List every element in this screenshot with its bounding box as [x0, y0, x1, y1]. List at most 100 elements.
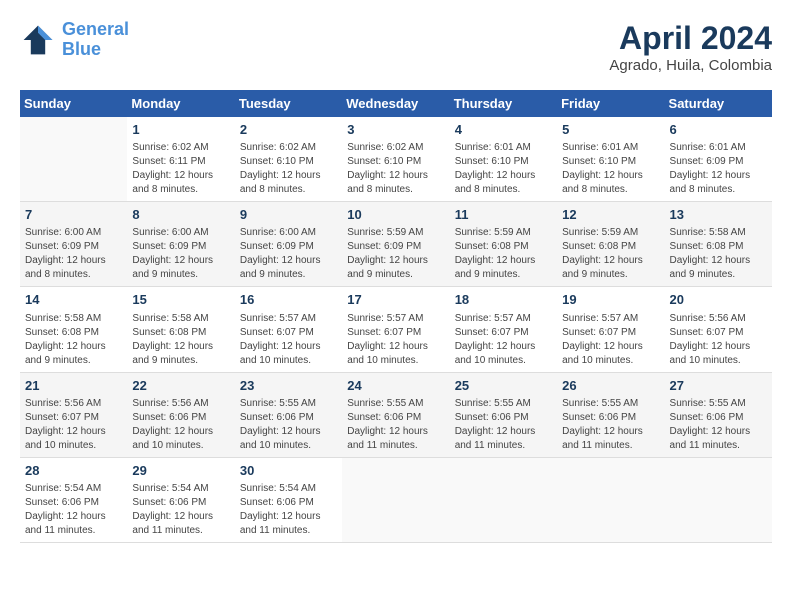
day-number: 24	[347, 377, 444, 395]
calendar-cell	[665, 457, 772, 542]
day-info: Sunrise: 5:58 AM Sunset: 6:08 PM Dayligh…	[670, 226, 767, 282]
calendar-header: SundayMondayTuesdayWednesdayThursdayFrid…	[20, 90, 772, 117]
day-info: Sunrise: 5:58 AM Sunset: 6:08 PM Dayligh…	[25, 312, 122, 368]
day-info: Sunrise: 5:54 AM Sunset: 6:06 PM Dayligh…	[25, 482, 122, 538]
calendar-cell: 4 Sunrise: 6:01 AM Sunset: 6:10 PM Daylig…	[450, 117, 557, 202]
day-info: Sunrise: 5:56 AM Sunset: 6:07 PM Dayligh…	[25, 397, 122, 453]
logo: General Blue	[20, 20, 129, 60]
calendar-cell: 29Sunrise: 5:54 AM Sunset: 6:06 PM Dayli…	[127, 457, 234, 542]
calendar-cell: 9 Sunrise: 6:00 AM Sunset: 6:09 PM Daylig…	[235, 202, 342, 287]
day-number: 17	[347, 291, 444, 309]
calendar-cell: 19 Sunrise: 5:57 AM Sunset: 6:07 PM Dayli…	[557, 287, 664, 372]
day-info: Sunrise: 5:55 AM Sunset: 6:06 PM Dayligh…	[240, 397, 337, 453]
calendar-cell: 27Sunrise: 5:55 AM Sunset: 6:06 PM Dayli…	[665, 372, 772, 457]
title-block: April 2024 Agrado, Huila, Colombia	[609, 20, 772, 74]
weekday-header: Friday	[557, 90, 664, 117]
day-info: Sunrise: 5:57 AM Sunset: 6:07 PM Dayligh…	[562, 312, 659, 368]
calendar-cell: 22 Sunrise: 5:56 AM Sunset: 6:06 PM Dayli…	[127, 372, 234, 457]
calendar-cell: 21 Sunrise: 5:56 AM Sunset: 6:07 PM Dayli…	[20, 372, 127, 457]
calendar-cell: 10 Sunrise: 5:59 AM Sunset: 6:09 PM Dayli…	[342, 202, 449, 287]
weekday-header: Thursday	[450, 90, 557, 117]
calendar-cell: 23 Sunrise: 5:55 AM Sunset: 6:06 PM Dayli…	[235, 372, 342, 457]
page-header: General Blue April 2024 Agrado, Huila, C…	[20, 20, 772, 74]
day-number: 11	[455, 206, 552, 224]
day-info: Sunrise: 6:00 AM Sunset: 6:09 PM Dayligh…	[25, 226, 122, 282]
calendar-cell: 8 Sunrise: 6:00 AM Sunset: 6:09 PM Daylig…	[127, 202, 234, 287]
day-info: Sunrise: 5:57 AM Sunset: 6:07 PM Dayligh…	[455, 312, 552, 368]
weekday-header: Saturday	[665, 90, 772, 117]
day-number: 27	[670, 377, 767, 395]
day-number: 1	[132, 121, 229, 139]
day-info: Sunrise: 6:00 AM Sunset: 6:09 PM Dayligh…	[132, 226, 229, 282]
logo-text: General Blue	[62, 20, 129, 60]
day-number: 6	[670, 121, 767, 139]
day-number: 16	[240, 291, 337, 309]
calendar-cell: 14 Sunrise: 5:58 AM Sunset: 6:08 PM Dayli…	[20, 287, 127, 372]
logo-icon	[20, 22, 56, 58]
calendar-cell: 5 Sunrise: 6:01 AM Sunset: 6:10 PM Daylig…	[557, 117, 664, 202]
calendar-cell: 24 Sunrise: 5:55 AM Sunset: 6:06 PM Dayli…	[342, 372, 449, 457]
day-number: 12	[562, 206, 659, 224]
calendar-cell: 2Sunrise: 6:02 AM Sunset: 6:10 PM Daylig…	[235, 117, 342, 202]
day-number: 19	[562, 291, 659, 309]
calendar-table: SundayMondayTuesdayWednesdayThursdayFrid…	[20, 90, 772, 543]
day-number: 2	[240, 121, 337, 139]
weekday-header: Tuesday	[235, 90, 342, 117]
calendar-cell: 20Sunrise: 5:56 AM Sunset: 6:07 PM Dayli…	[665, 287, 772, 372]
day-info: Sunrise: 5:57 AM Sunset: 6:07 PM Dayligh…	[240, 312, 337, 368]
day-number: 8	[132, 206, 229, 224]
calendar-cell: 12Sunrise: 5:59 AM Sunset: 6:08 PM Dayli…	[557, 202, 664, 287]
calendar-cell	[557, 457, 664, 542]
calendar-cell: 7 Sunrise: 6:00 AM Sunset: 6:09 PM Daylig…	[20, 202, 127, 287]
day-number: 21	[25, 377, 122, 395]
day-info: Sunrise: 5:54 AM Sunset: 6:06 PM Dayligh…	[240, 482, 337, 538]
calendar-cell: 1Sunrise: 6:02 AM Sunset: 6:11 PM Daylig…	[127, 117, 234, 202]
calendar-cell: 11 Sunrise: 5:59 AM Sunset: 6:08 PM Dayli…	[450, 202, 557, 287]
calendar-cell: 16 Sunrise: 5:57 AM Sunset: 6:07 PM Dayli…	[235, 287, 342, 372]
day-info: Sunrise: 5:59 AM Sunset: 6:08 PM Dayligh…	[455, 226, 552, 282]
day-info: Sunrise: 5:59 AM Sunset: 6:09 PM Dayligh…	[347, 226, 444, 282]
day-number: 26	[562, 377, 659, 395]
day-info: Sunrise: 5:56 AM Sunset: 6:06 PM Dayligh…	[132, 397, 229, 453]
day-number: 4	[455, 121, 552, 139]
day-number: 28	[25, 462, 122, 480]
calendar-cell: 17 Sunrise: 5:57 AM Sunset: 6:07 PM Dayli…	[342, 287, 449, 372]
month-title: April 2024	[609, 20, 772, 57]
day-info: Sunrise: 6:01 AM Sunset: 6:09 PM Dayligh…	[670, 141, 767, 197]
weekday-header: Wednesday	[342, 90, 449, 117]
calendar-cell	[20, 117, 127, 202]
day-number: 14	[25, 291, 122, 309]
day-number: 5	[562, 121, 659, 139]
day-info: Sunrise: 5:55 AM Sunset: 6:06 PM Dayligh…	[455, 397, 552, 453]
calendar-cell: 15 Sunrise: 5:58 AM Sunset: 6:08 PM Dayli…	[127, 287, 234, 372]
day-info: Sunrise: 5:55 AM Sunset: 6:06 PM Dayligh…	[347, 397, 444, 453]
day-number: 15	[132, 291, 229, 309]
day-info: Sunrise: 6:01 AM Sunset: 6:10 PM Dayligh…	[455, 141, 552, 197]
day-info: Sunrise: 6:00 AM Sunset: 6:09 PM Dayligh…	[240, 226, 337, 282]
day-number: 25	[455, 377, 552, 395]
day-info: Sunrise: 5:57 AM Sunset: 6:07 PM Dayligh…	[347, 312, 444, 368]
calendar-cell: 6 Sunrise: 6:01 AM Sunset: 6:09 PM Daylig…	[665, 117, 772, 202]
day-number: 13	[670, 206, 767, 224]
day-number: 7	[25, 206, 122, 224]
day-number: 10	[347, 206, 444, 224]
day-number: 22	[132, 377, 229, 395]
day-info: Sunrise: 6:02 AM Sunset: 6:10 PM Dayligh…	[347, 141, 444, 197]
day-number: 30	[240, 462, 337, 480]
day-number: 18	[455, 291, 552, 309]
day-info: Sunrise: 6:01 AM Sunset: 6:10 PM Dayligh…	[562, 141, 659, 197]
day-info: Sunrise: 5:58 AM Sunset: 6:08 PM Dayligh…	[132, 312, 229, 368]
weekday-header: Monday	[127, 90, 234, 117]
calendar-cell: 3 Sunrise: 6:02 AM Sunset: 6:10 PM Daylig…	[342, 117, 449, 202]
day-number: 9	[240, 206, 337, 224]
calendar-cell: 26Sunrise: 5:55 AM Sunset: 6:06 PM Dayli…	[557, 372, 664, 457]
day-number: 23	[240, 377, 337, 395]
calendar-cell: 28 Sunrise: 5:54 AM Sunset: 6:06 PM Dayli…	[20, 457, 127, 542]
day-number: 29	[132, 462, 229, 480]
day-info: Sunrise: 5:56 AM Sunset: 6:07 PM Dayligh…	[670, 312, 767, 368]
weekday-header: Sunday	[20, 90, 127, 117]
day-number: 3	[347, 121, 444, 139]
calendar-cell: 25 Sunrise: 5:55 AM Sunset: 6:06 PM Dayli…	[450, 372, 557, 457]
calendar-cell: 30 Sunrise: 5:54 AM Sunset: 6:06 PM Dayli…	[235, 457, 342, 542]
calendar-cell: 18 Sunrise: 5:57 AM Sunset: 6:07 PM Dayli…	[450, 287, 557, 372]
